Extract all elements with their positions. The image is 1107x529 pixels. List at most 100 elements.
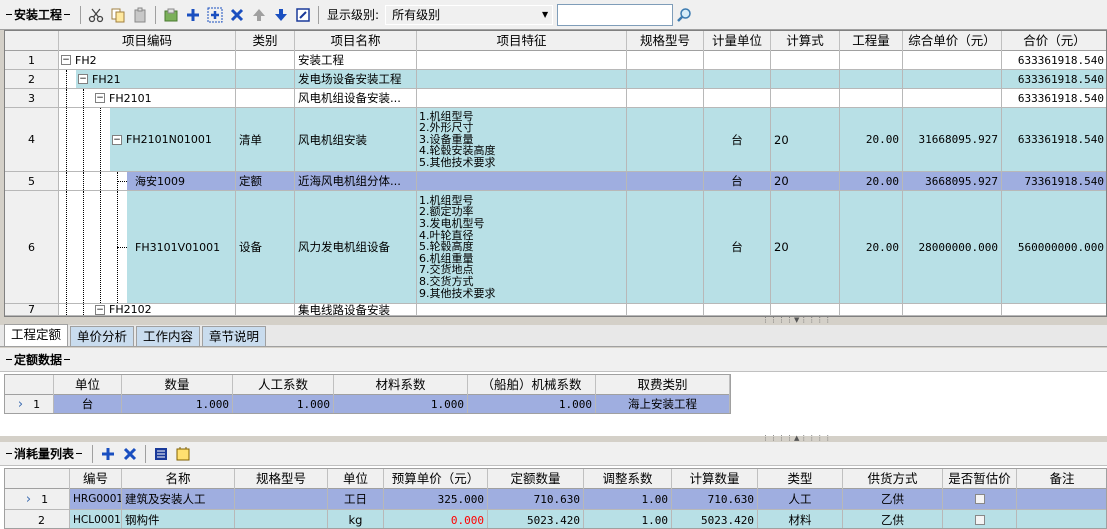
collapse-toggle-icon[interactable]: −: [95, 93, 105, 103]
cell-spec[interactable]: [627, 172, 704, 190]
cell-qty[interactable]: 5023.420: [488, 510, 584, 528]
cell-feat[interactable]: [417, 304, 627, 315]
cell-name[interactable]: 钢构件: [122, 510, 235, 528]
cell-name[interactable]: 风力发电机组设备: [295, 191, 417, 303]
cell-type[interactable]: [236, 304, 295, 315]
column-header[interactable]: 材料系数: [334, 375, 468, 395]
cell-note[interactable]: [1017, 510, 1106, 528]
column-header[interactable]: 合价（元）: [1002, 31, 1106, 51]
tab-3[interactable]: 章节说明: [202, 326, 267, 346]
tab-1[interactable]: 单价分析: [70, 326, 135, 346]
paste-icon[interactable]: [129, 4, 151, 26]
column-header[interactable]: 类别: [236, 31, 295, 51]
cell-feat[interactable]: 1.机组型号 2.外形尺寸 3.设备重量 4.轮毂安装高度 5.其他技术要求: [417, 108, 627, 171]
estimate-checkbox[interactable]: [974, 515, 985, 525]
cell-unit[interactable]: [704, 304, 771, 315]
column-header[interactable]: 人工系数: [233, 375, 334, 395]
cell-formula[interactable]: [771, 304, 840, 315]
cell-total[interactable]: 633361918.540: [1002, 70, 1106, 88]
cell-adj[interactable]: 1.00: [584, 510, 672, 528]
cell-name[interactable]: 集电线路设备安装: [295, 304, 417, 315]
column-header[interactable]: 项目名称: [295, 31, 417, 51]
column-header[interactable]: 单位: [54, 375, 122, 395]
cell-code[interactable]: HRG0001: [70, 489, 122, 509]
cell-qty[interactable]: [840, 304, 903, 315]
cell-code[interactable]: − FH2101: [59, 89, 236, 107]
cell-code[interactable]: HCL0001: [70, 510, 122, 528]
cell-formula[interactable]: [771, 89, 840, 107]
column-header[interactable]: 类型: [758, 469, 843, 489]
cell-type[interactable]: 定额: [236, 172, 295, 190]
cell-code[interactable]: − FH2: [59, 51, 236, 69]
cell-code[interactable]: FH3101V01001: [59, 191, 236, 303]
delete-icon[interactable]: [226, 4, 248, 26]
column-header[interactable]: 计算数量: [672, 469, 758, 489]
table-row[interactable]: 7 − FH2102 集电线路设备安装: [5, 303, 1106, 316]
tab-0[interactable]: 工程定额: [4, 324, 69, 346]
column-header[interactable]: 名称: [122, 469, 235, 489]
add-child-icon[interactable]: [204, 4, 226, 26]
cell-feat[interactable]: [417, 51, 627, 69]
column-header[interactable]: [5, 31, 59, 51]
cut-icon[interactable]: [85, 4, 107, 26]
cell-price[interactable]: [903, 70, 1002, 88]
table-row[interactable]: 5 海安1009 定额 近海风电机组分体... 台 20 20.00 3668095.927 7…: [5, 172, 1106, 191]
cell-type[interactable]: [236, 70, 295, 88]
column-header[interactable]: [5, 375, 54, 395]
column-header[interactable]: 工程量: [840, 31, 903, 51]
cell-formula[interactable]: [771, 70, 840, 88]
cell-code[interactable]: − FH21: [59, 70, 236, 88]
column-header[interactable]: 供货方式: [843, 469, 943, 489]
column-header[interactable]: 数量: [122, 375, 233, 395]
cell-feat[interactable]: [417, 172, 627, 190]
cell-total[interactable]: 73361918.540: [1002, 172, 1106, 190]
cell-supply[interactable]: 乙供: [843, 489, 943, 509]
import-icon[interactable]: [160, 4, 182, 26]
cell-type[interactable]: [236, 51, 295, 69]
column-header[interactable]: 单位: [328, 469, 384, 489]
collapse-toggle-icon[interactable]: −: [95, 304, 105, 315]
add-icon[interactable]: [97, 443, 119, 465]
cell-spec[interactable]: [627, 89, 704, 107]
column-header[interactable]: 规格型号: [235, 469, 328, 489]
cell-price[interactable]: [903, 51, 1002, 69]
column-header[interactable]: 取费类别: [596, 375, 730, 395]
cell-code[interactable]: − FH2102: [59, 303, 236, 316]
cell-qty[interactable]: 20.00: [840, 108, 903, 171]
cell-feat[interactable]: [417, 89, 627, 107]
cell-spec[interactable]: [235, 489, 328, 509]
search-input[interactable]: [557, 3, 674, 26]
cell-qty[interactable]: [840, 89, 903, 107]
cell-price[interactable]: 31668095.927: [903, 108, 1002, 171]
column-header[interactable]: 是否暂估价: [943, 469, 1017, 489]
column-header[interactable]: 规格型号: [627, 31, 704, 51]
cell-total[interactable]: 633361918.540: [1002, 108, 1106, 171]
cell-name[interactable]: 安装工程: [295, 51, 417, 69]
cell-unit[interactable]: 台: [704, 108, 771, 171]
column-header[interactable]: 定额数量: [488, 469, 584, 489]
splitter-top[interactable]: ⋮⋮⋮⋮▼⋮⋮⋮⋮: [0, 317, 1107, 324]
cell-unit[interactable]: 台: [704, 172, 771, 190]
column-header[interactable]: 综合单价（元）: [903, 31, 1002, 51]
cell-supply[interactable]: 乙供: [843, 510, 943, 528]
cell-feat[interactable]: 1.机组型号 2.额定功率 3.发电机型号 4.叶轮直径 5.轮毂高度 6.机组重量 7.交…: [417, 191, 627, 303]
cell-unit[interactable]: [704, 51, 771, 69]
cell-name[interactable]: 发电场设备安装工程: [295, 70, 417, 88]
cell-total[interactable]: 633361918.540: [1002, 89, 1106, 107]
cell-unit[interactable]: 台: [54, 395, 122, 413]
column-header[interactable]: 计算式: [771, 31, 840, 51]
display-level-select[interactable]: 所有级别 ▼: [385, 4, 554, 25]
splitter-bottom[interactable]: ⋮⋮⋮⋮▲⋮⋮⋮⋮: [0, 435, 1107, 442]
cell-adj[interactable]: 1.00: [584, 489, 672, 509]
move-up-icon[interactable]: [248, 4, 270, 26]
cell-mat[interactable]: 1.000: [334, 395, 468, 413]
cell-code[interactable]: − FH2101N01001: [59, 108, 236, 171]
cell-code[interactable]: 海安1009: [59, 172, 236, 190]
search-icon[interactable]: [673, 4, 695, 26]
cell-est[interactable]: [943, 510, 1017, 528]
cell-total[interactable]: 560000000.000: [1002, 191, 1106, 303]
collapse-toggle-icon[interactable]: −: [112, 134, 122, 145]
delete-icon[interactable]: [119, 443, 141, 465]
add-icon[interactable]: [182, 4, 204, 26]
cell-name[interactable]: 近海风电机组分体...: [295, 172, 417, 190]
